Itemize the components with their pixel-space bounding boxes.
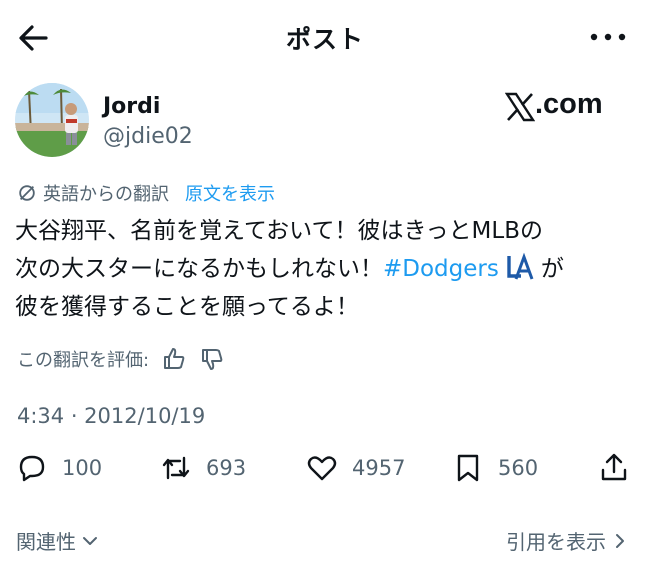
- post-line-2-prefix: 次の大スターになるかもしれない！: [15, 256, 383, 282]
- user-name[interactable]: Jordi: [103, 94, 160, 119]
- chevron-down-icon: [83, 536, 97, 545]
- rate-translation-row: この翻訳を評価:: [17, 346, 225, 372]
- translation-label: 英語からの翻訳: [43, 184, 169, 205]
- page-title: ポスト: [285, 25, 364, 54]
- action-bar: 100 693 4957 560: [0, 452, 650, 492]
- post-timestamp[interactable]: 4:34 · 2012/10/19: [17, 404, 205, 428]
- share-icon: [601, 453, 627, 481]
- reply-button[interactable]: 100: [16, 452, 102, 484]
- more-dots-icon: [590, 33, 626, 41]
- share-button[interactable]: [598, 452, 630, 484]
- repost-button[interactable]: 693: [160, 452, 246, 484]
- sort-label: 関連性: [16, 530, 76, 554]
- repost-icon: [162, 456, 190, 480]
- thumb-down-button[interactable]: [199, 346, 225, 372]
- thumb-down-icon: [202, 349, 223, 370]
- like-count: 4957: [352, 456, 406, 480]
- thumb-up-button[interactable]: [161, 346, 187, 372]
- x-logo-icon: [505, 92, 535, 122]
- repost-count: 693: [206, 456, 247, 480]
- chevron-right-icon: [616, 533, 624, 548]
- more-button[interactable]: [588, 22, 628, 52]
- view-quotes-label: 引用を表示: [506, 530, 606, 554]
- translation-row: 英語からの翻訳 原文を表示: [17, 180, 275, 206]
- replies-header: 関連性 引用を表示: [0, 522, 650, 558]
- post-line-2: 次の大スターになるかもしれない！#Dodgers が: [15, 250, 640, 288]
- bookmark-button[interactable]: 560: [452, 452, 538, 484]
- post-text: 大谷翔平、名前を覚えておいて！彼はきっとMLBの 次の大スターになるかもしれない…: [15, 212, 640, 326]
- x-logo-text: .com: [535, 88, 603, 120]
- reply-count: 100: [62, 456, 103, 480]
- post-line-2-suffix: が: [540, 256, 564, 282]
- x-logo: .com: [505, 88, 615, 128]
- reply-icon: [19, 455, 45, 482]
- sort-relevance-button[interactable]: 関連性: [16, 526, 100, 555]
- show-original-link[interactable]: 原文を表示: [185, 180, 275, 206]
- hashtag-dodgers[interactable]: #Dodgers: [383, 256, 499, 282]
- avatar-photo: [15, 83, 89, 157]
- thumb-up-icon: [164, 348, 185, 369]
- dodgers-emoji: [503, 252, 537, 282]
- top-bar: ポスト: [0, 0, 650, 74]
- like-button[interactable]: 4957: [306, 452, 405, 484]
- translate-icon: [19, 185, 35, 201]
- bookmark-icon: [457, 454, 479, 482]
- avatar[interactable]: [15, 83, 89, 157]
- heart-icon: [307, 456, 337, 481]
- post-line-1: 大谷翔平、名前を覚えておいて！彼はきっとMLBの: [15, 218, 543, 244]
- rate-label: この翻訳を評価:: [17, 350, 150, 371]
- user-handle[interactable]: @jdie02: [103, 124, 193, 149]
- dodgers-la-icon: [507, 252, 534, 280]
- post-line-3: 彼を獲得することを願ってるよ！: [15, 294, 359, 320]
- view-quotes-link[interactable]: 引用を表示: [506, 526, 630, 555]
- bookmark-count: 560: [498, 456, 539, 480]
